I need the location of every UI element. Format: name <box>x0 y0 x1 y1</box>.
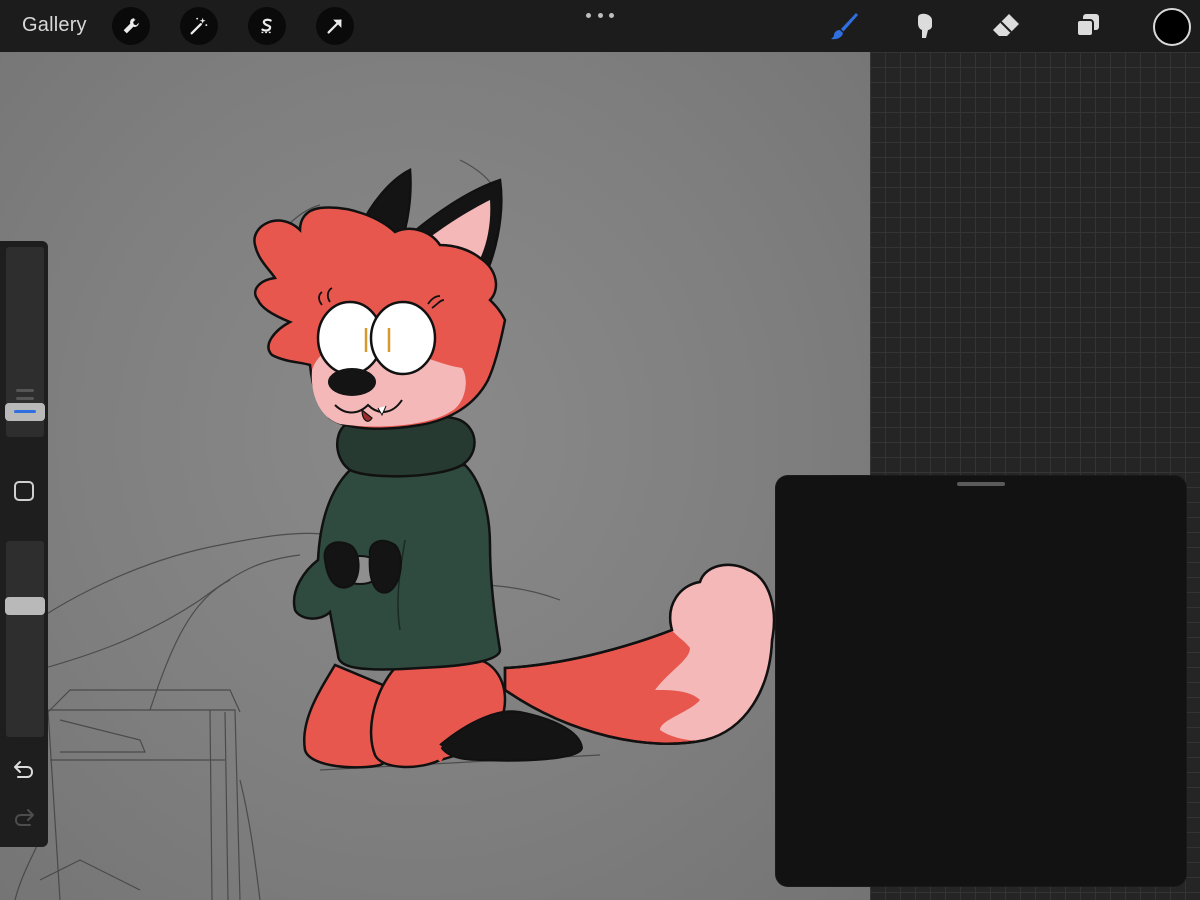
transform-button[interactable] <box>316 7 354 45</box>
modifier-button[interactable] <box>8 475 40 507</box>
magic-wand-icon <box>190 17 208 35</box>
redo-icon <box>14 809 34 826</box>
tail <box>503 563 776 745</box>
more-dots-icon[interactable] <box>586 10 614 20</box>
brush-icon <box>831 13 858 40</box>
color-picker-button[interactable] <box>1153 8 1191 46</box>
layers-button[interactable] <box>1068 6 1108 46</box>
eraser-tool-button[interactable] <box>986 6 1026 46</box>
square-modifier-icon <box>14 481 34 501</box>
sweater <box>292 413 502 671</box>
transform-arrow-icon <box>327 19 342 34</box>
slider-marker <box>16 397 34 400</box>
undo-icon <box>14 761 34 778</box>
top-toolbar: Gallery <box>0 0 1200 52</box>
adjustments-button[interactable] <box>180 7 218 45</box>
wrench-icon <box>123 18 139 34</box>
brush-size-thumb[interactable] <box>5 403 45 421</box>
selection-icon <box>261 18 273 34</box>
redo-button[interactable] <box>8 801 40 833</box>
eraser-icon <box>993 14 1019 36</box>
brush-tool-button[interactable] <box>824 6 864 46</box>
smudge-tool-button[interactable] <box>906 6 946 46</box>
undo-button[interactable] <box>8 753 40 785</box>
actions-button[interactable] <box>112 7 150 45</box>
smudge-icon <box>918 13 932 38</box>
layers-icon <box>1076 14 1099 37</box>
panel-drag-handle[interactable] <box>957 482 1005 486</box>
artwork <box>0 159 776 900</box>
left-sidebar <box>0 241 48 847</box>
active-indicator <box>14 410 36 413</box>
drawing-canvas[interactable] <box>0 52 870 900</box>
reference-panel[interactable] <box>776 476 1186 886</box>
opacity-thumb[interactable] <box>5 597 45 615</box>
gallery-button[interactable]: Gallery <box>22 14 87 37</box>
opacity-slider[interactable] <box>6 541 44 737</box>
selection-button[interactable] <box>248 7 286 45</box>
slider-marker <box>16 389 34 392</box>
